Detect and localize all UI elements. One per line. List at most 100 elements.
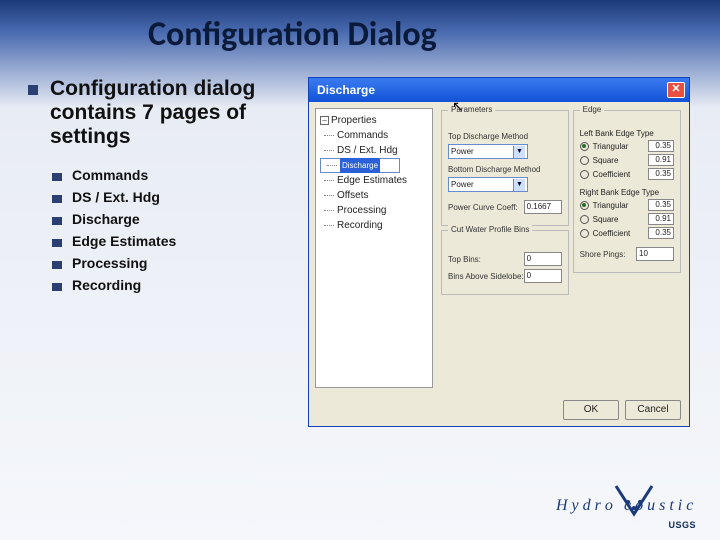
sub-bullet: DS / Ext. Hdg	[28, 189, 308, 205]
edge-group: Edge Left Bank Edge Type Triangular0.35 …	[573, 110, 681, 273]
radio-label: Coefficient	[593, 229, 648, 238]
bullet-square-icon	[52, 283, 62, 291]
radio-label: Coefficient	[593, 170, 648, 179]
left-edge-coeff-radio[interactable]: Coefficient0.35	[580, 168, 674, 180]
radio-value[interactable]: 0.91	[648, 154, 674, 166]
radio-icon	[580, 170, 589, 179]
sub-bullet: Discharge	[28, 211, 308, 227]
chevron-down-icon: ▼	[513, 179, 525, 191]
sub-bullet: Commands	[28, 167, 308, 183]
top-method-value: Power	[451, 147, 513, 156]
slide-left-column: Configuration dialog contains 7 pages of…	[28, 77, 308, 427]
tree-item-commands[interactable]: Commands	[320, 128, 428, 143]
tree-item-label: Processing	[337, 203, 386, 218]
top-method-label: Top Discharge Method	[448, 132, 562, 141]
top-bins-input[interactable]: 0	[524, 252, 562, 266]
close-icon: ✕	[671, 83, 680, 95]
radio-label: Triangular	[593, 201, 648, 210]
dialog-title-text: Discharge	[317, 83, 375, 97]
discharge-dialog: Discharge ✕ –Properties Commands DS / Ex…	[308, 77, 690, 427]
radio-value[interactable]: 0.35	[648, 140, 674, 152]
radio-value[interactable]: 0.91	[648, 213, 674, 225]
tree-item-discharge[interactable]: Discharge	[320, 158, 400, 173]
group-label: Parameters	[448, 105, 495, 114]
right-edge-coeff-radio[interactable]: Coefficient0.35	[580, 227, 674, 239]
left-edge-triangular-radio[interactable]: Triangular0.35	[580, 140, 674, 152]
cut-bins-group: Cut Water Profile Bins Top Bins: 0 Bins …	[441, 230, 569, 295]
bottom-method-value: Power	[451, 180, 513, 189]
right-edge-square-radio[interactable]: Square0.91	[580, 213, 674, 225]
ok-button[interactable]: OK	[563, 400, 619, 420]
cancel-button[interactable]: Cancel	[625, 400, 681, 420]
group-label: Edge	[580, 105, 605, 114]
close-button[interactable]: ✕	[667, 82, 685, 98]
shore-pings-input[interactable]: 10	[636, 247, 674, 261]
radio-icon	[580, 229, 589, 238]
tree-item-processing[interactable]: Processing	[320, 203, 428, 218]
tree-item-label: Edge Estimates	[337, 173, 407, 188]
bullet-square-icon	[52, 173, 62, 181]
tree-root[interactable]: –Properties	[320, 113, 428, 128]
collapse-icon[interactable]: –	[320, 116, 329, 125]
bottom-method-select[interactable]: Power▼	[448, 177, 528, 192]
group-label: Cut Water Profile Bins	[448, 225, 532, 234]
main-bullet: Configuration dialog contains 7 pages of…	[28, 77, 308, 149]
tree-item-label: DS / Ext. Hdg	[337, 143, 398, 158]
radio-value[interactable]: 0.35	[648, 168, 674, 180]
main-bullet-text: Configuration dialog contains 7 pages of…	[50, 77, 308, 149]
dialog-titlebar[interactable]: Discharge ✕	[309, 78, 689, 102]
top-bins-label: Top Bins:	[448, 255, 524, 264]
bottom-method-label: Bottom Discharge Method	[448, 165, 562, 174]
tree-item-label: Commands	[337, 128, 388, 143]
sub-bullet-text: Commands	[72, 167, 148, 183]
parameters-group: Parameters Top Discharge Method Power▼ B…	[441, 110, 569, 226]
right-edge-triangular-radio[interactable]: Triangular0.35	[580, 199, 674, 211]
sub-bullet-text: DS / Ext. Hdg	[72, 189, 160, 205]
slide-content: Configuration dialog contains 7 pages of…	[0, 55, 720, 427]
bullet-square-icon	[52, 239, 62, 247]
sub-bullet-text: Processing	[72, 255, 147, 271]
sub-bullet-text: Recording	[72, 277, 141, 293]
svg-text:c o u s t i c s: c o u s t i c s	[624, 497, 696, 514]
bins-above-input[interactable]: 0	[524, 269, 562, 283]
chevron-down-icon: ▼	[513, 146, 525, 158]
radio-icon	[580, 156, 589, 165]
bullet-square-icon	[52, 195, 62, 203]
tree-item-edge-estimates[interactable]: Edge Estimates	[320, 173, 428, 188]
tree-item-ds-ext-hdg[interactable]: DS / Ext. Hdg	[320, 143, 428, 158]
left-edge-label: Left Bank Edge Type	[580, 129, 674, 138]
right-edge-label: Right Bank Edge Type	[580, 188, 674, 197]
radio-value[interactable]: 0.35	[648, 227, 674, 239]
top-method-select[interactable]: Power▼	[448, 144, 528, 159]
radio-icon	[580, 142, 589, 151]
tree-item-label: Offsets	[337, 188, 369, 203]
sub-bullet-text: Edge Estimates	[72, 233, 176, 249]
slide-title: Configuration Dialog	[0, 0, 720, 55]
tree-item-label: Discharge	[340, 158, 380, 173]
footer-logo: H y d r o c o u s t i c s USGS	[556, 480, 696, 530]
bins-above-label: Bins Above Sidelobe:	[448, 272, 524, 281]
sub-bullet-text: Discharge	[72, 211, 140, 227]
bullet-square-icon	[52, 261, 62, 269]
sub-bullet: Edge Estimates	[28, 233, 308, 249]
sub-bullet: Recording	[28, 277, 308, 293]
radio-icon	[580, 215, 589, 224]
hydroacoustics-logo-icon: H y d r o c o u s t i c s	[556, 480, 696, 524]
bullet-square-icon	[28, 85, 38, 95]
radio-value[interactable]: 0.35	[648, 199, 674, 211]
radio-label: Triangular	[593, 142, 648, 151]
left-edge-square-radio[interactable]: Square0.91	[580, 154, 674, 166]
radio-label: Square	[593, 156, 648, 165]
radio-icon	[580, 201, 589, 210]
sub-bullet: Processing	[28, 255, 308, 271]
settings-tree[interactable]: –Properties Commands DS / Ext. Hdg Disch…	[315, 108, 433, 388]
power-coeff-input[interactable]: 0.1667	[524, 200, 562, 214]
tree-item-label: Recording	[337, 218, 383, 233]
tree-item-offsets[interactable]: Offsets	[320, 188, 428, 203]
usgs-badge: USGS	[668, 520, 696, 530]
tree-item-recording[interactable]: Recording	[320, 218, 428, 233]
svg-text:H y d r o: H y d r o	[556, 497, 613, 514]
power-coeff-label: Power Curve Coeff:	[448, 203, 524, 212]
shore-pings-label: Shore Pings:	[580, 250, 636, 259]
settings-panels: Parameters Top Discharge Method Power▼ B…	[439, 108, 683, 388]
